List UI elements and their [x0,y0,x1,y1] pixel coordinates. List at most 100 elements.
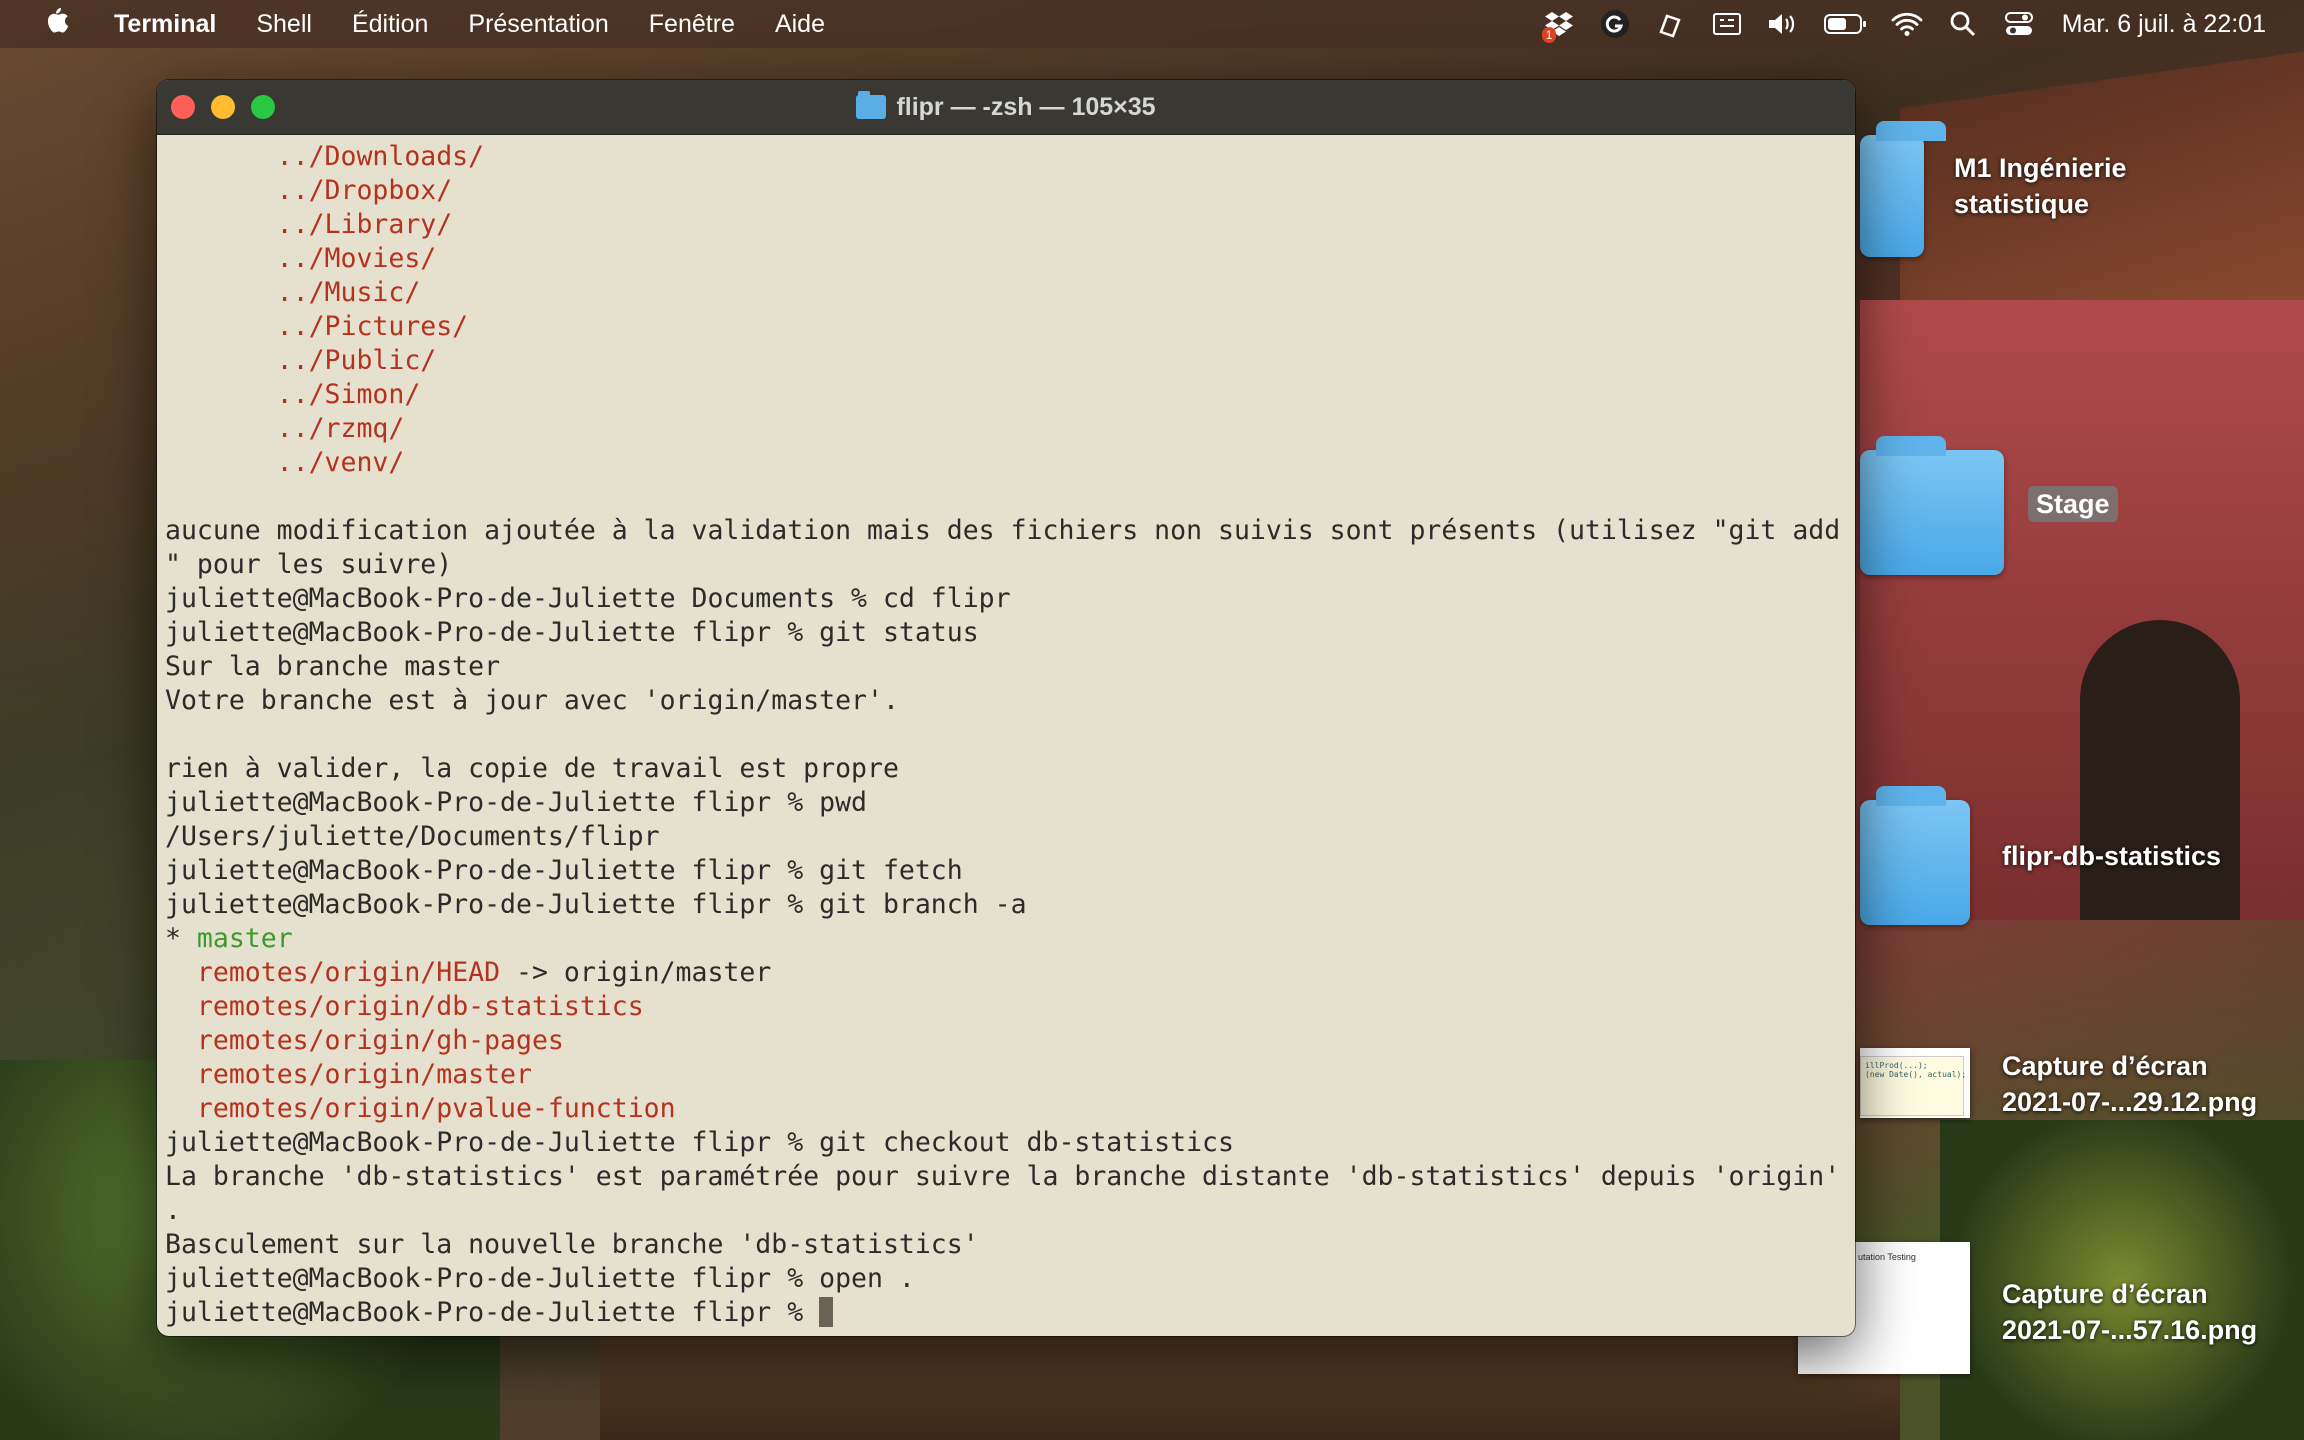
terminal-text: -> origin/master [500,957,772,988]
pen-icon[interactable] [1654,7,1688,41]
terminal-line: ../Library/ [165,208,1847,242]
terminal-line: remotes/origin/master [165,1058,1847,1092]
terminal-line: remotes/origin/pvalue-function [165,1092,1847,1126]
window-title-text: flipr — -zsh — 105×35 [896,92,1156,121]
terminal-line: ../Pictures/ [165,310,1847,344]
apple-menu-icon[interactable] [42,4,74,44]
battery-icon[interactable] [1822,7,1868,41]
terminal-text: remotes/origin/gh-pages [196,1025,564,1056]
terminal-line: aucune modification ajoutée à la validat… [165,514,1847,548]
wifi-icon[interactable] [1890,7,1924,41]
terminal-text: remotes/origin/pvalue-function [196,1093,676,1124]
terminal-text: ../Pictures/ [165,311,469,342]
terminal-line: juliette@MacBook-Pro-de-Juliette flipr %… [165,854,1847,888]
menu-aide[interactable]: Aide [775,10,825,39]
terminal-text: juliette@MacBook-Pro-de-Juliette flipr %… [165,889,1027,920]
terminal-text: ../Library/ [165,209,453,240]
terminal-line: ../Movies/ [165,242,1847,276]
terminal-line: La branche 'db-statistics' est paramétré… [165,1160,1847,1194]
keyboard-icon[interactable] [1710,7,1744,41]
folder-icon[interactable] [1860,121,1946,257]
terminal-window[interactable]: flipr — -zsh — 105×35 ../Downloads/ ../D… [157,80,1855,1336]
terminal-line: ../venv/ [165,446,1847,480]
terminal-text: ../Simon/ [165,379,421,410]
notification-badge: 1 [1541,27,1557,43]
control-center-icon[interactable] [2002,7,2036,41]
wallpaper-arch [2080,620,2240,920]
terminal-line: juliette@MacBook-Pro-de-Juliette flipr %… [165,786,1847,820]
terminal-text: juliette@MacBook-Pro-de-Juliette Documen… [165,583,1011,614]
thumbnail-text: utation Testing [1858,1252,1916,1262]
desktop-label-capture1[interactable]: Capture d’écran 2021-07-...29.12.png [2002,1048,2257,1120]
search-icon[interactable] [1946,7,1980,41]
terminal-line: . [165,1194,1847,1228]
desktop-label-line: 2021-07-...57.16.png [2002,1315,2258,1345]
terminal-line: juliette@MacBook-Pro-de-Juliette flipr % [165,1296,1847,1330]
terminal-text: juliette@MacBook-Pro-de-Juliette flipr % [165,1297,820,1328]
desktop-label-capture2[interactable]: Capture d’écran 2021-07-...57.16.png [2002,1276,2257,1348]
folder-icon[interactable] [1860,436,2004,575]
terminal-text: Sur la branche master [165,651,501,682]
terminal-line: ../rzmq/ [165,412,1847,446]
terminal-line: rien à valider, la copie de travail est … [165,752,1847,786]
terminal-text: ../venv/ [165,447,405,478]
terminal-text: juliette@MacBook-Pro-de-Juliette flipr %… [165,1127,1234,1158]
terminal-line: juliette@MacBook-Pro-de-Juliette Documen… [165,582,1847,616]
desktop-label-flipr[interactable]: flipr-db-statistics [2002,838,2221,874]
terminal-line: juliette@MacBook-Pro-de-Juliette flipr %… [165,1126,1847,1160]
terminal-line: remotes/origin/HEAD -> origin/master [165,956,1847,990]
terminal-text: master [196,923,293,954]
terminal-text: ../rzmq/ [165,413,405,444]
menu-clock[interactable]: Mar. 6 juil. à 22:01 [2062,10,2266,39]
menu-edition[interactable]: Édition [352,10,428,39]
desktop-label-stage[interactable]: Stage [2028,486,2118,522]
grammarly-icon[interactable] [1598,7,1632,41]
screenshot-thumbnail[interactable]: illProd(...); (new Date(), actual); [1860,1048,1970,1118]
folder-icon[interactable] [1860,786,1970,925]
terminal-line: Votre branche est à jour avec 'origin/ma… [165,684,1847,718]
menu-fenetre[interactable]: Fenêtre [649,10,735,39]
terminal-cursor [819,1297,834,1327]
terminal-text: rien à valider, la copie de travail est … [165,753,899,784]
volume-icon[interactable] [1766,7,1800,41]
terminal-text: remotes/origin/HEAD [196,957,501,988]
menu-app-name[interactable]: Terminal [114,10,216,39]
terminal-line: juliette@MacBook-Pro-de-Juliette flipr %… [165,1262,1847,1296]
terminal-line: ../Public/ [165,344,1847,378]
terminal-line: ../Downloads/ [165,140,1847,174]
terminal-text: * [165,923,197,954]
terminal-text: Basculement sur la nouvelle branche 'db-… [165,1229,979,1260]
terminal-line: ../Simon/ [165,378,1847,412]
menu-presentation[interactable]: Présentation [468,10,608,39]
dropbox-icon[interactable]: 1 [1541,7,1576,43]
terminal-line: ../Dropbox/ [165,174,1847,208]
desktop-label-line: 2021-07-...29.12.png [2002,1087,2258,1117]
menu-shell[interactable]: Shell [256,10,312,39]
terminal-text: Votre branche est à jour avec 'origin/ma… [165,685,899,716]
terminal-line: * master [165,922,1847,956]
terminal-text: juliette@MacBook-Pro-de-Juliette flipr %… [165,1263,915,1294]
terminal-line: ../Music/ [165,276,1847,310]
desktop-label-line: Capture d’écran [2002,1279,2208,1309]
desktop-label-line: M1 Ingénierie [1954,153,2127,183]
terminal-text: " pour les suivre) [165,549,453,580]
terminal-text: /Users/juliette/Documents/flipr [165,821,660,852]
desktop-label-line: statistique [1954,189,2090,219]
terminal-line: juliette@MacBook-Pro-de-Juliette flipr %… [165,888,1847,922]
terminal-line: remotes/origin/gh-pages [165,1024,1847,1058]
terminal-text: La branche 'db-statistics' est paramétré… [165,1161,1841,1192]
terminal-text: ../Public/ [165,345,437,376]
desktop-label-m1[interactable]: M1 Ingénierie statistique [1954,150,2127,222]
window-titlebar[interactable]: flipr — -zsh — 105×35 [157,80,1855,135]
terminal-output[interactable]: ../Downloads/ ../Dropbox/ ../Library/ ..… [165,140,1847,1336]
terminal-text: ../Downloads/ [165,141,485,172]
terminal-line: juliette@MacBook-Pro-de-Juliette flipr %… [165,616,1847,650]
terminal-text: ../Music/ [165,277,421,308]
